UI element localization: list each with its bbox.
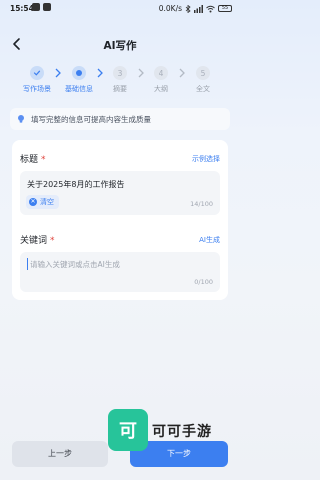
step-summary[interactable]: 3 摘要: [100, 66, 140, 94]
watermark: 可 可可手游: [108, 409, 232, 465]
clear-label: 清空: [40, 198, 54, 206]
keyword-field-label: 关键词 *: [20, 233, 55, 246]
check-icon: [30, 66, 44, 80]
title-label-text: 标题: [20, 155, 39, 165]
required-mark: *: [50, 236, 55, 246]
title-value[interactable]: 关于2025年8月的工作报告: [27, 179, 124, 190]
wifi-icon: [206, 5, 215, 12]
step-writing-scene[interactable]: 写作场景: [17, 66, 57, 94]
keyword-char-counter: 0/100: [194, 278, 213, 286]
tip-text: 填写完整的信息可提高内容生成质量: [31, 114, 151, 124]
step-label: 大纲: [154, 85, 168, 93]
step-basic-info[interactable]: 基础信息: [59, 66, 99, 94]
example-select-link[interactable]: 示例选择: [192, 154, 220, 164]
previous-step-button[interactable]: 上一步: [12, 441, 108, 467]
step-number: 4: [154, 66, 168, 80]
keyword-label-text: 关键词: [20, 236, 48, 246]
required-mark: *: [41, 155, 46, 165]
notification-icon: [32, 3, 40, 11]
page-title: AI写作: [103, 40, 137, 52]
progress-stepper: 写作场景 基础信息 3 摘要 4 大纲 5 全文: [0, 66, 240, 98]
close-icon: ✕: [29, 198, 37, 206]
status-time: 15:54: [10, 4, 34, 13]
tip-banner: 填写完整的信息可提高内容生成质量: [10, 108, 230, 130]
notification-icons: [32, 3, 51, 11]
lightbulb-icon: [18, 115, 24, 123]
title-field[interactable]: 关于2025年8月的工作报告 ✕ 清空 14/100: [20, 171, 220, 215]
network-speed: 0.0K/s: [158, 4, 182, 13]
clear-button[interactable]: ✕ 清空: [26, 195, 59, 209]
title-field-label: 标题 *: [20, 152, 46, 165]
step-number: 5: [196, 66, 210, 80]
step-label: 写作场景: [23, 85, 51, 93]
step-label: 基础信息: [65, 85, 93, 93]
keyword-field[interactable]: 0/100: [20, 252, 220, 292]
notification-icon: [43, 3, 51, 11]
current-step-icon: [72, 66, 86, 80]
title-char-counter: 14/100: [190, 200, 213, 208]
watermark-text: 可可手游: [152, 424, 212, 440]
keyword-input[interactable]: [27, 258, 207, 270]
bluetooth-icon: [185, 4, 191, 13]
status-right: 0.0K/s 55: [159, 4, 232, 13]
status-bar: 15:54 0.0K/s 55: [0, 0, 240, 18]
watermark-logo: 可: [108, 409, 148, 451]
step-label: 摘要: [113, 85, 127, 93]
step-number: 3: [113, 66, 127, 80]
battery-icon: 55: [218, 5, 232, 12]
form-card: 标题 * 示例选择 关于2025年8月的工作报告 ✕ 清空 14/100 关键词 *…: [12, 140, 228, 300]
step-full-text[interactable]: 5 全文: [183, 66, 223, 94]
step-label: 全文: [196, 85, 210, 93]
signal-icon: [194, 4, 203, 13]
ai-generate-link[interactable]: AI生成: [199, 235, 220, 245]
step-outline[interactable]: 4 大纲: [141, 66, 181, 94]
